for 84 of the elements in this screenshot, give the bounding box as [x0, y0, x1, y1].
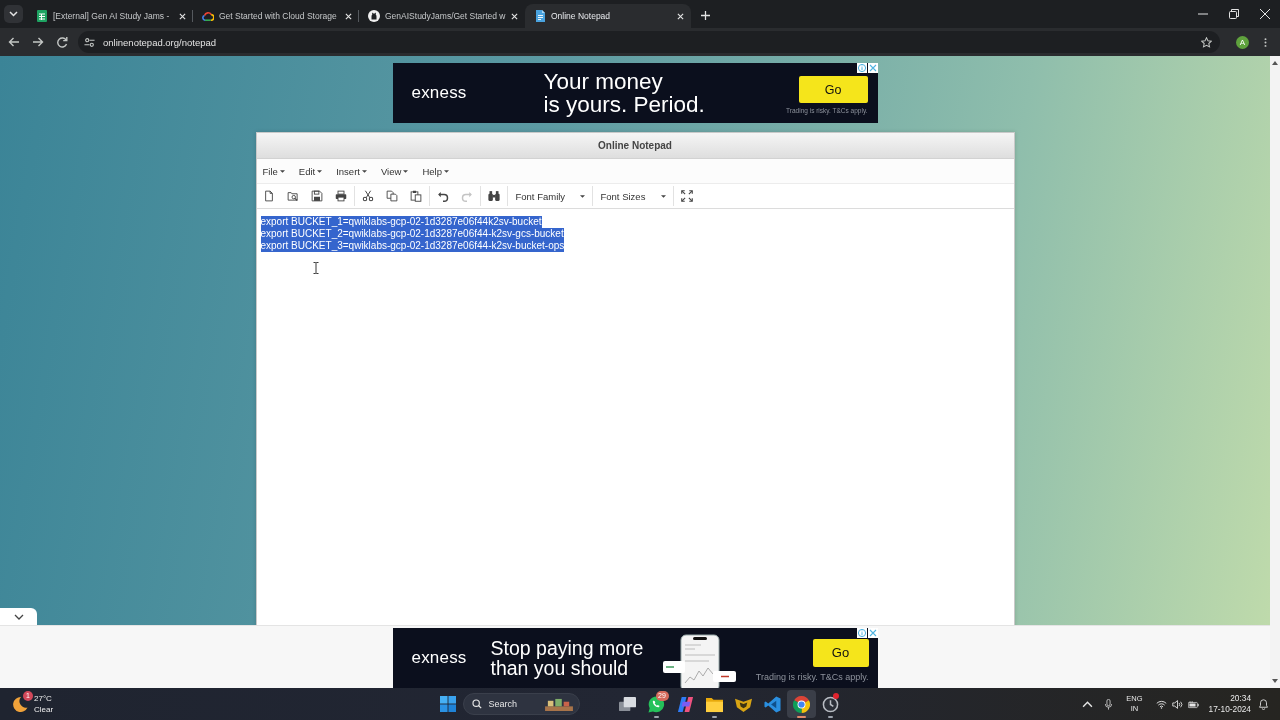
menu-item[interactable]: Insert [336, 165, 367, 177]
ad-info-icon[interactable] [856, 628, 867, 638]
more-menu-icon[interactable] [1264, 36, 1267, 48]
start-logo-icon[interactable] [439, 696, 456, 712]
speaker-icon[interactable] [1171, 698, 1183, 710]
brand-logo: exness [411, 83, 468, 103]
document-icon [534, 10, 546, 22]
menu-item[interactable]: File [262, 165, 285, 177]
folder-search-icon[interactable] [286, 190, 299, 202]
site-settings-icon[interactable] [84, 36, 95, 48]
scroll-down-arrow-icon[interactable] [1272, 679, 1278, 683]
forward-arrow-icon[interactable] [32, 36, 44, 48]
menu-item[interactable]: Edit [298, 165, 323, 177]
restore-icon[interactable] [1229, 9, 1239, 19]
chat-bubble-icon [647, 695, 665, 713]
cloud-icon [202, 10, 214, 22]
window-title: Online Notepad [598, 140, 672, 151]
copy-icon[interactable] [385, 190, 398, 202]
notification-bell-icon[interactable] [1258, 698, 1269, 710]
ad-disclaimer: Trading is risky. T&Cs apply. [755, 671, 869, 682]
overlapping-windows-icon [618, 695, 636, 713]
browser-tab[interactable]: Get Started with Cloud Storage [193, 4, 359, 28]
weather-condition-text: Clear [34, 704, 54, 715]
chevron-down-icon [13, 613, 24, 620]
browser-tab[interactable]: GenAIStudyJams/Get Started w [359, 4, 525, 28]
reload-icon[interactable] [56, 36, 68, 48]
undo-arrow-icon[interactable] [436, 190, 449, 202]
caret-icon [660, 194, 666, 198]
caret-icon [443, 169, 449, 173]
fullscreen-icon[interactable] [680, 190, 693, 202]
new-tab-icon[interactable] [701, 11, 710, 20]
search-box[interactable]: Search [462, 693, 580, 715]
date-text[interactable]: 17-10-2024 [1208, 704, 1251, 715]
go-button[interactable]: Go [798, 76, 868, 103]
spreadsheet-icon [36, 10, 48, 22]
scissors-icon[interactable] [361, 190, 374, 202]
ad-headline: Stop paying more than you should [490, 638, 645, 678]
caret-icon [579, 194, 585, 198]
brand-logo: exness [411, 648, 468, 668]
caret-icon [279, 169, 285, 173]
tab-search-button[interactable] [4, 5, 23, 23]
advertisement-banner[interactable]: exness Stop paying more than you should Go Trading is risky. T&Cs apply. [392, 628, 878, 688]
caret-icon [317, 169, 323, 173]
browser-tab[interactable]: [External] Gen AI Study Jams - [27, 4, 193, 28]
wifi-icon[interactable] [1155, 698, 1167, 710]
taskbar-app-button[interactable] [786, 690, 816, 718]
crescent-moon-icon[interactable] [12, 696, 28, 712]
binoculars-icon[interactable] [487, 190, 500, 202]
scroll-up-arrow-icon[interactable] [1272, 61, 1278, 65]
back-arrow-icon[interactable] [8, 36, 20, 48]
search-highlight-illustration [544, 697, 573, 711]
address-bar[interactable]: onlinenotepad.org/notepad [78, 31, 1220, 53]
temperature-text: 27°C [34, 693, 53, 704]
caret-icon [403, 169, 409, 173]
microphone-icon[interactable] [1103, 698, 1115, 710]
menu-item[interactable]: View [380, 165, 409, 177]
dropdown[interactable]: Font Family [508, 190, 591, 202]
cat-silhouette-icon [368, 10, 380, 22]
battery-icon[interactable] [1187, 698, 1199, 710]
clipboard-icon[interactable] [409, 190, 422, 202]
close-icon[interactable] [867, 628, 878, 638]
browser-tab[interactable]: Online Notepad [525, 4, 691, 28]
ad-headline: Your money is yours. Period. [543, 70, 706, 116]
bookmark-star-icon[interactable] [1201, 36, 1212, 48]
ad-info-icon[interactable] [856, 63, 867, 73]
slanted-bars-logo-icon [676, 695, 694, 713]
text-cursor-icon [312, 262, 319, 274]
ribbon-logo-icon [763, 695, 781, 713]
caret-icon [361, 169, 367, 173]
printer-icon[interactable] [334, 190, 347, 202]
chevron-down-icon [9, 11, 18, 17]
collapse-ad-button[interactable] [0, 608, 37, 625]
chevron-up-icon[interactable] [1082, 698, 1094, 710]
clock-icon [821, 695, 839, 713]
search-icon [471, 699, 482, 709]
menu-item[interactable]: Help [422, 165, 449, 177]
folder-icon [705, 695, 723, 713]
scrollbar[interactable] [1270, 56, 1280, 688]
go-button[interactable]: Go [812, 638, 869, 667]
time-text[interactable]: 20:34 [1230, 693, 1251, 704]
ring-logo-icon [792, 695, 810, 713]
dropdown[interactable]: Font Sizes [593, 190, 672, 202]
close-icon[interactable] [867, 63, 878, 73]
new-page-icon[interactable] [262, 190, 275, 202]
